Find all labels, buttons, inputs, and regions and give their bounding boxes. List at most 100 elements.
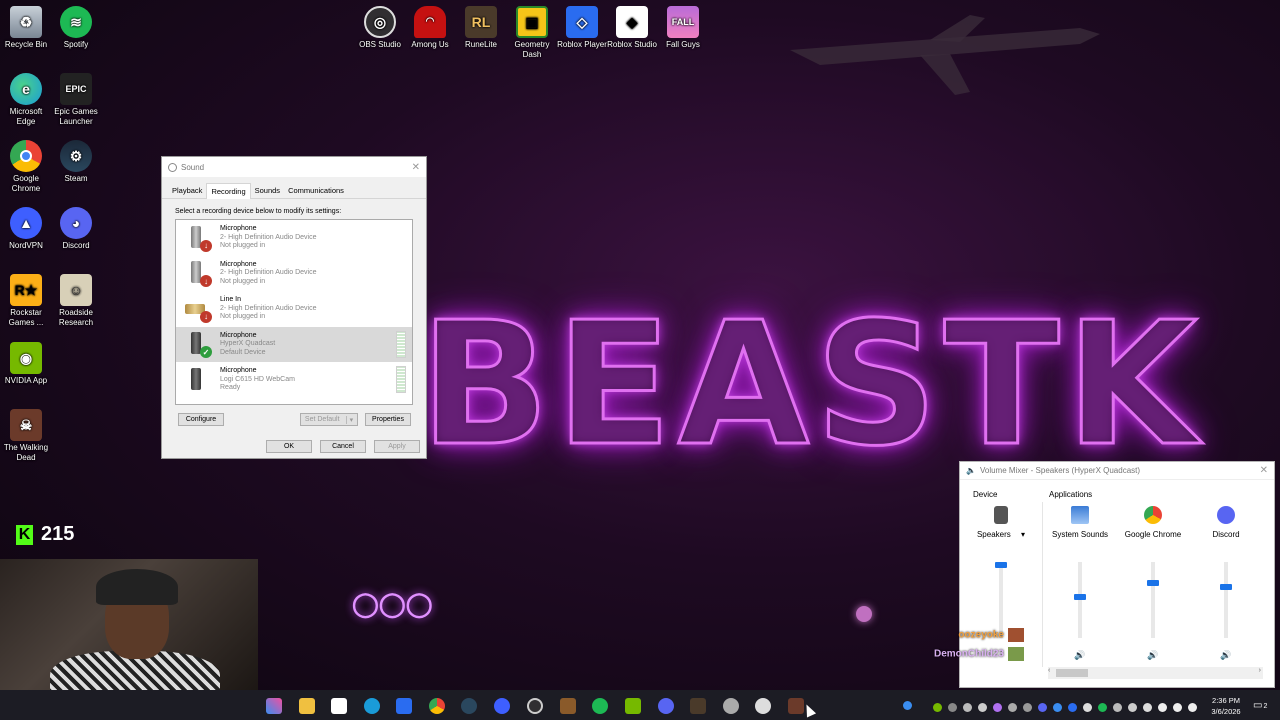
- volume-slider[interactable]: [1220, 562, 1232, 638]
- store-taskbar-icon[interactable]: [331, 698, 347, 714]
- tray-icon[interactable]: [1023, 703, 1032, 712]
- tray-icon[interactable]: [1008, 703, 1017, 712]
- discord-tray-icon[interactable]: [1038, 703, 1047, 712]
- runelite-taskbar-icon[interactable]: [690, 698, 706, 714]
- volume-slider[interactable]: [1074, 562, 1086, 638]
- nvidia-taskbar-icon[interactable]: [625, 698, 641, 714]
- discord-taskbar-icon[interactable]: [658, 698, 674, 714]
- volume-slider-thumb[interactable]: [1220, 584, 1232, 591]
- scroll-left-icon[interactable]: ‹: [1048, 667, 1050, 674]
- microphone-tray-icon[interactable]: [1158, 703, 1167, 712]
- desktop-icon-discord[interactable]: ◕ Discord: [50, 207, 102, 251]
- desktop-icon-epic-games[interactable]: EPIC Epic Games Launcher: [50, 73, 102, 127]
- desktop-icon-roblox-player[interactable]: ◇ Roblox Player: [556, 6, 608, 50]
- volume-tray-icon[interactable]: [1188, 703, 1197, 712]
- mail-taskbar-icon[interactable]: [396, 698, 412, 714]
- tray-icon[interactable]: [963, 703, 972, 712]
- desktop-icon-spotify[interactable]: ≋ Spotify: [50, 6, 102, 50]
- desktop-icon-obs[interactable]: ◎ OBS Studio: [354, 6, 406, 50]
- file-explorer-taskbar-icon[interactable]: [299, 698, 315, 714]
- mixer-column-label[interactable]: System Sounds: [1044, 530, 1116, 539]
- mixer-column-label[interactable]: Speakers ▾: [965, 530, 1037, 539]
- tab-recording[interactable]: Recording: [206, 183, 251, 199]
- nordvpn-taskbar-icon[interactable]: [494, 698, 510, 714]
- desktop-icon-roadside-research[interactable]: ☺ Roadside Research: [50, 274, 102, 328]
- desktop-icon-chrome[interactable]: Google Chrome: [0, 140, 52, 194]
- desktop-icon-rockstar[interactable]: R★ Rockstar Games ...: [0, 274, 52, 328]
- mute-speaker-icon[interactable]: 🔊: [1147, 650, 1158, 661]
- scrollbar-thumb[interactable]: [1056, 669, 1088, 677]
- scroll-right-icon[interactable]: ›: [1259, 667, 1261, 674]
- tray-icon[interactable]: [1083, 703, 1092, 712]
- tray-icon[interactable]: [1053, 703, 1062, 712]
- notification-center-icon[interactable]: ▭2: [1253, 700, 1267, 711]
- volume-slider[interactable]: [995, 562, 1007, 638]
- device-row[interactable]: ↓ Line In 2- High Definition Audio Device…: [176, 291, 412, 327]
- network-tray-icon[interactable]: [1173, 703, 1182, 712]
- nvidia-tray-icon[interactable]: [933, 703, 942, 712]
- game-taskbar-icon[interactable]: [560, 698, 576, 714]
- horizontal-scrollbar[interactable]: ‹ ›: [1048, 667, 1263, 679]
- chevron-down-icon[interactable]: ▾: [1021, 530, 1025, 539]
- desktop-icon-among-us[interactable]: ◠ Among Us: [404, 6, 456, 50]
- mute-speaker-icon[interactable]: 🔊: [1220, 650, 1231, 661]
- volume-mixer-titlebar[interactable]: 🔈 Volume Mixer - Speakers (HyperX Quadca…: [960, 462, 1274, 480]
- mixer-column-label[interactable]: Google Chrome: [1117, 530, 1189, 539]
- device-row-selected[interactable]: ✓ Microphone HyperX Quadcast Default Devic…: [176, 326, 412, 362]
- volume-slider[interactable]: [1147, 562, 1159, 638]
- tray-icon[interactable]: [1113, 703, 1122, 712]
- edge-taskbar-icon[interactable]: [364, 698, 380, 714]
- sound-dialog-titlebar[interactable]: Sound ✕: [162, 157, 426, 177]
- spotify-taskbar-icon[interactable]: [592, 698, 608, 714]
- tray-icon[interactable]: [1068, 703, 1077, 712]
- device-row[interactable]: ↓ Microphone 2- High Definition Audio Dev…: [176, 256, 412, 292]
- tab-communications[interactable]: Communications: [284, 183, 348, 198]
- desktop-icon-walking-dead[interactable]: ☠ The Walking Dead: [0, 409, 52, 463]
- tray-icon[interactable]: [1128, 703, 1137, 712]
- tray-icon[interactable]: [993, 703, 1002, 712]
- configure-button[interactable]: Configure: [178, 413, 224, 426]
- discord-icon[interactable]: [1217, 506, 1235, 524]
- mute-speaker-icon[interactable]: 🔊: [1074, 650, 1085, 661]
- copilot-taskbar-icon[interactable]: [266, 698, 282, 714]
- app-taskbar-icon[interactable]: [723, 698, 739, 714]
- system-sounds-icon[interactable]: [1071, 506, 1089, 524]
- cancel-button[interactable]: Cancel: [320, 440, 366, 453]
- desktop-icon-nordvpn[interactable]: ▲ NordVPN: [0, 207, 52, 251]
- spotify-tray-icon[interactable]: [1098, 703, 1107, 712]
- taskbar-clock[interactable]: 2:36 PM 3/6/2026: [1204, 695, 1248, 717]
- tray-icon[interactable]: [978, 703, 987, 712]
- close-icon[interactable]: ✕: [412, 162, 420, 173]
- device-row[interactable]: ↓ Microphone 2- High Definition Audio Dev…: [176, 220, 412, 256]
- speaker-device-icon[interactable]: [994, 506, 1008, 524]
- properties-button[interactable]: Properties: [365, 413, 411, 426]
- desktop-icon-geometry-dash[interactable]: ▣ Geometry Dash: [506, 6, 558, 60]
- desktop-icon-steam[interactable]: ⚙ Steam: [50, 140, 102, 184]
- weather-tray-icon[interactable]: [903, 701, 912, 710]
- sound-settings-taskbar-icon[interactable]: [751, 692, 775, 720]
- tray-icon[interactable]: [1143, 703, 1152, 712]
- desktop-icon-roblox-studio[interactable]: ◆ Roblox Studio: [606, 6, 658, 50]
- desktop-icon-nvidia[interactable]: ◉ NVIDIA App: [0, 342, 52, 386]
- chrome-taskbar-icon[interactable]: [429, 698, 445, 714]
- tab-playback[interactable]: Playback: [168, 183, 206, 198]
- chrome-icon[interactable]: [1144, 506, 1162, 524]
- tab-sounds[interactable]: Sounds: [251, 183, 284, 198]
- close-icon[interactable]: ✕: [1260, 465, 1268, 476]
- desktop-icon-edge[interactable]: e Microsoft Edge: [0, 73, 52, 127]
- volume-slider-thumb[interactable]: [995, 562, 1007, 568]
- desktop-icon-recycle-bin[interactable]: ♻ Recycle Bin: [0, 6, 52, 50]
- apply-button[interactable]: Apply: [374, 440, 420, 453]
- obs-tray-icon[interactable]: [948, 703, 957, 712]
- obs-taskbar-icon[interactable]: [527, 698, 543, 714]
- chevron-down-icon[interactable]: ▾: [345, 415, 353, 424]
- desktop-icon-runelite[interactable]: RL RuneLite: [455, 6, 507, 50]
- set-default-button[interactable]: Set Default ▾: [300, 413, 358, 426]
- mixer-column-label[interactable]: Discord: [1190, 530, 1262, 539]
- volume-slider-thumb[interactable]: [1147, 579, 1159, 586]
- desktop-icon-fall-guys[interactable]: FALL Fall Guys: [657, 6, 709, 50]
- steam-taskbar-icon[interactable]: [461, 698, 477, 714]
- volume-slider-thumb[interactable]: [1074, 593, 1086, 600]
- device-row[interactable]: Microphone Logi C615 HD WebCam Ready: [176, 362, 412, 398]
- ok-button[interactable]: OK: [266, 440, 312, 453]
